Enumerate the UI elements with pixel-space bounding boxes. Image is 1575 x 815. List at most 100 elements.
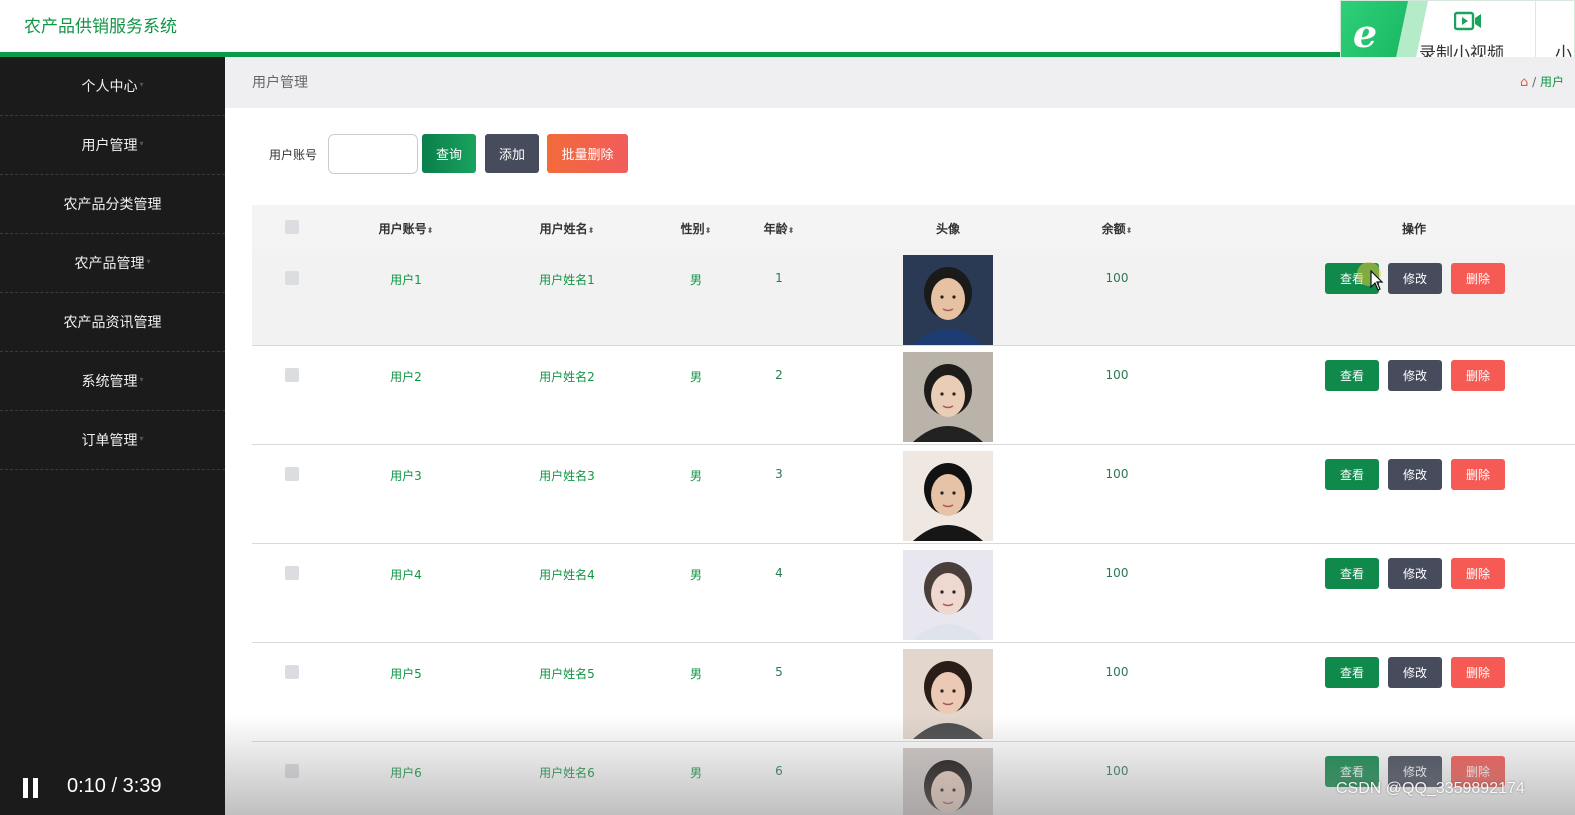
table-row: 用户2 用户姓名2 男 2 100 查看 修改 删除 <box>252 346 1575 445</box>
cell-account: 用户4 <box>390 568 422 582</box>
delete-button[interactable]: 删除 <box>1451 657 1505 688</box>
view-button[interactable]: 查看 <box>1325 558 1379 589</box>
sidebar-item-label: 农产品资讯管理 <box>63 315 162 331</box>
view-button[interactable]: 查看 <box>1325 459 1379 490</box>
search-label: 用户账号 <box>269 148 318 162</box>
edit-button[interactable]: 修改 <box>1388 657 1442 688</box>
avatar[interactable] <box>903 748 993 815</box>
edit-button[interactable]: 修改 <box>1388 360 1442 391</box>
col-age[interactable]: 年龄⬍ <box>764 220 795 237</box>
table-header: 用户账号⬍ 用户姓名⬍ 性别⬍ 年龄⬍ 头像 余额⬍ 操作 <box>252 205 1575 249</box>
edit-button[interactable]: 修改 <box>1388 558 1442 589</box>
add-button[interactable]: 添加 <box>485 134 539 173</box>
cell-name: 用户姓名1 <box>539 273 595 287</box>
sidebar-item-5[interactable]: 系统管理 ▾ <box>0 352 225 411</box>
sidebar-item-label: 订单管理 <box>81 433 138 449</box>
view-button[interactable]: 查看 <box>1325 657 1379 688</box>
cell-gender: 男 <box>689 273 703 287</box>
sidebar-item-label: 农产品分类管理 <box>63 197 162 213</box>
row-checkbox[interactable] <box>285 271 299 285</box>
batch-delete-button[interactable]: 批量删除 <box>547 134 628 173</box>
sidebar-item-2[interactable]: 农产品分类管理 <box>0 175 225 234</box>
col-account[interactable]: 用户账号⬍ <box>379 220 434 237</box>
mouse-cursor-icon <box>1370 270 1384 291</box>
account-search-input[interactable] <box>328 134 418 174</box>
cell-name: 用户姓名3 <box>539 469 595 483</box>
sidebar-item-1[interactable]: 用户管理 ▾ <box>0 116 225 175</box>
col-balance[interactable]: 余额⬍ <box>1102 220 1133 237</box>
sidebar-item-6[interactable]: 订单管理 ▾ <box>0 411 225 470</box>
cell-gender: 男 <box>689 469 703 483</box>
delete-button[interactable]: 删除 <box>1451 263 1505 294</box>
cell-gender: 男 <box>689 370 703 384</box>
avatar[interactable] <box>903 649 993 739</box>
cell-name: 用户姓名5 <box>539 667 595 681</box>
breadcrumb-trail: ⌂ / 用户 <box>1520 75 1564 90</box>
cell-balance: 100 <box>1105 368 1129 382</box>
sort-icon: ⬍ <box>587 226 595 235</box>
cell-name: 用户姓名2 <box>539 370 595 384</box>
cell-account: 用户1 <box>390 273 422 287</box>
cell-account: 用户5 <box>390 667 422 681</box>
playback-time: 0:10 / 3:39 <box>67 775 162 797</box>
cell-account: 用户6 <box>390 766 422 780</box>
cell-balance: 100 <box>1105 566 1129 580</box>
avatar[interactable] <box>903 550 993 640</box>
sidebar-item-label: 农产品管理 <box>74 256 145 272</box>
avatar[interactable] <box>903 451 993 541</box>
home-icon[interactable]: ⌂ <box>1520 75 1528 90</box>
delete-button[interactable]: 删除 <box>1451 360 1505 391</box>
breadcrumb: 用户管理 ⌂ / 用户 <box>225 57 1575 108</box>
sidebar-item-label: 个人中心 <box>81 79 138 95</box>
sidebar-item-0[interactable]: 个人中心 ▾ <box>0 57 225 116</box>
table-row: 用户5 用户姓名5 男 5 100 查看 修改 删除 <box>252 643 1575 742</box>
query-button[interactable]: 查询 <box>422 134 476 173</box>
sort-icon: ⬍ <box>704 226 712 235</box>
sort-icon: ⬍ <box>426 226 434 235</box>
watermark: CSDN @QQ_3359892174 <box>1336 780 1525 797</box>
video-camera-icon[interactable] <box>1454 11 1482 31</box>
row-checkbox[interactable] <box>285 566 299 580</box>
table-row: 用户1 用户姓名1 男 1 100 查看 修改 删除 <box>252 249 1575 346</box>
avatar[interactable] <box>903 255 993 345</box>
view-button[interactable]: 查看 <box>1325 360 1379 391</box>
breadcrumb-current: 用户 <box>1539 75 1564 89</box>
row-checkbox[interactable] <box>285 368 299 382</box>
delete-button[interactable]: 删除 <box>1451 558 1505 589</box>
chevron-down-icon: ▾ <box>139 374 144 384</box>
row-checkbox[interactable] <box>285 467 299 481</box>
page-title: 用户管理 <box>252 75 308 91</box>
row-checkbox[interactable] <box>285 665 299 679</box>
avatar[interactable] <box>903 352 993 442</box>
col-name[interactable]: 用户姓名⬍ <box>540 220 595 237</box>
sidebar-item-label: 用户管理 <box>81 138 138 154</box>
cell-age: 6 <box>775 764 783 778</box>
cell-name: 用户姓名6 <box>539 766 595 780</box>
app-title: 农产品供销服务系统 <box>24 17 177 37</box>
select-all-checkbox[interactable] <box>285 220 299 234</box>
table-row: 用户6 用户姓名6 男 6 100 查看 修改 删除 <box>252 742 1575 815</box>
chevron-down-icon: ▾ <box>139 433 144 443</box>
edit-button[interactable]: 修改 <box>1388 263 1442 294</box>
chevron-down-icon: ▾ <box>139 138 144 148</box>
cell-account: 用户3 <box>390 469 422 483</box>
sidebar-item-4[interactable]: 农产品资讯管理 <box>0 293 225 352</box>
col-avatar: 头像 <box>935 222 961 236</box>
sort-icon: ⬍ <box>787 226 795 235</box>
chevron-down-icon: ▾ <box>139 79 144 89</box>
pause-icon[interactable] <box>23 778 39 798</box>
sidebar: 个人中心 ▾ 用户管理 ▾ 农产品分类管理 农产品管理 ▾ 农产品资讯管理 系统管理 ▾ 订单管理 ▾ <box>0 57 225 815</box>
edit-button[interactable]: 修改 <box>1388 459 1442 490</box>
table-body: 用户1 用户姓名1 男 1 100 查看 修改 删除 用户2 用户姓名2 男 2 100 查看 修改 删除 用户… <box>252 249 1575 815</box>
col-gender[interactable]: 性别⬍ <box>681 220 712 237</box>
delete-button[interactable]: 删除 <box>1451 459 1505 490</box>
cell-gender: 男 <box>689 568 703 582</box>
cell-age: 4 <box>775 566 783 580</box>
table-row: 用户4 用户姓名4 男 4 100 查看 修改 删除 <box>252 544 1575 643</box>
top-header: 农产品供销服务系统 <box>0 0 1575 57</box>
sidebar-item-3[interactable]: 农产品管理 ▾ <box>0 234 225 293</box>
cell-balance: 100 <box>1105 271 1129 285</box>
row-checkbox[interactable] <box>285 764 299 778</box>
cell-gender: 男 <box>689 766 703 780</box>
cell-balance: 100 <box>1105 665 1129 679</box>
